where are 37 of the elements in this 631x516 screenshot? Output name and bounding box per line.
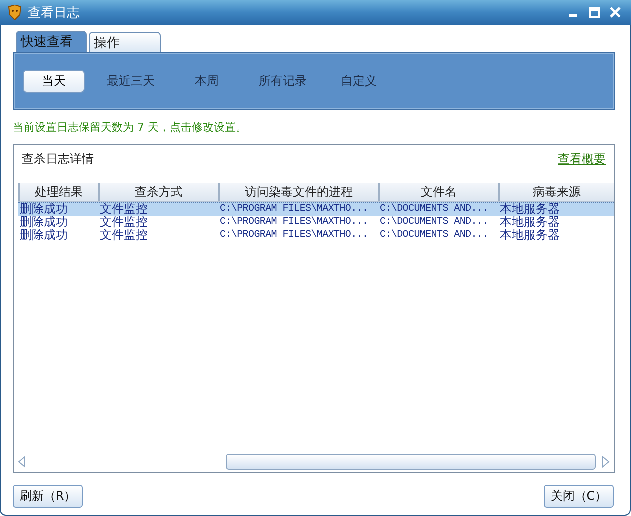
table-row[interactable]: 删除成功 文件监控 C:\PROGRAM FILES\MAXTHO... C:\DOCUMENTS AND... 本地服务器 bbox=[18, 229, 614, 242]
table-cell-text: 本地服务器 bbox=[499, 229, 561, 242]
filter-button[interactable]: 自定义 bbox=[321, 70, 397, 92]
table-cell-text: 文件监控 bbox=[99, 203, 149, 216]
shield-icon bbox=[8, 5, 22, 20]
table-cell-text: C:\DOCUMENTS AND... bbox=[379, 216, 490, 229]
scrollbar-thumb[interactable] bbox=[226, 454, 596, 470]
table-cell-text: 删除成功 bbox=[19, 229, 69, 242]
filter-button[interactable]: 当天 bbox=[23, 70, 85, 92]
filter-button[interactable]: 所有记录 bbox=[245, 70, 321, 92]
maximize-icon[interactable] bbox=[589, 7, 600, 18]
table-cell-text: 删除成功 bbox=[19, 203, 69, 216]
table-cell-text: C:\PROGRAM FILES\MAXTHO... bbox=[219, 203, 370, 216]
filter-button[interactable]: 本周 bbox=[169, 70, 245, 92]
table-row[interactable]: 删除成功 文件监控 C:\PROGRAM FILES\MAXTHO... C:\DOCUMENTS AND... 本地服务器 bbox=[18, 202, 614, 216]
table-cell-text: 本地服务器 bbox=[499, 203, 561, 216]
window-title: 查看日志 bbox=[28, 4, 80, 22]
summary-link[interactable]: 查看概要 bbox=[558, 151, 606, 183]
table-cell-text: C:\PROGRAM FILES\MAXTHO... bbox=[219, 229, 370, 242]
retention-notice[interactable]: 当前设置日志保留天数为 7 天，点击修改设置。 bbox=[13, 120, 615, 135]
tab[interactable]: 快速查看 bbox=[16, 31, 87, 52]
scroll-left-icon[interactable] bbox=[18, 456, 26, 468]
table-row[interactable]: 删除成功 文件监控 C:\PROGRAM FILES\MAXTHO... C:\DOCUMENTS AND... 本地服务器 bbox=[18, 216, 614, 229]
table-cell-text: 删除成功 bbox=[19, 216, 69, 229]
table-cell-text: 文件监控 bbox=[99, 229, 149, 242]
close-icon[interactable] bbox=[610, 7, 621, 18]
refresh-button[interactable]: 刷新（R） bbox=[13, 485, 83, 508]
table-cell-text: C:\DOCUMENTS AND... bbox=[379, 229, 490, 242]
scroll-right-icon[interactable] bbox=[602, 456, 610, 468]
filter-button[interactable]: 最近三天 bbox=[93, 70, 169, 92]
tab[interactable]: 操作 bbox=[89, 32, 161, 52]
panel-title: 查杀日志详情 bbox=[22, 151, 94, 168]
table-cell-text: C:\DOCUMENTS AND... bbox=[379, 203, 490, 216]
table-cell-text: 文件监控 bbox=[99, 216, 149, 229]
table-cell-text: C:\PROGRAM FILES\MAXTHO... bbox=[219, 216, 370, 229]
table-cell-text: 本地服务器 bbox=[499, 216, 561, 229]
close-button[interactable]: 关闭（C） bbox=[544, 485, 614, 508]
